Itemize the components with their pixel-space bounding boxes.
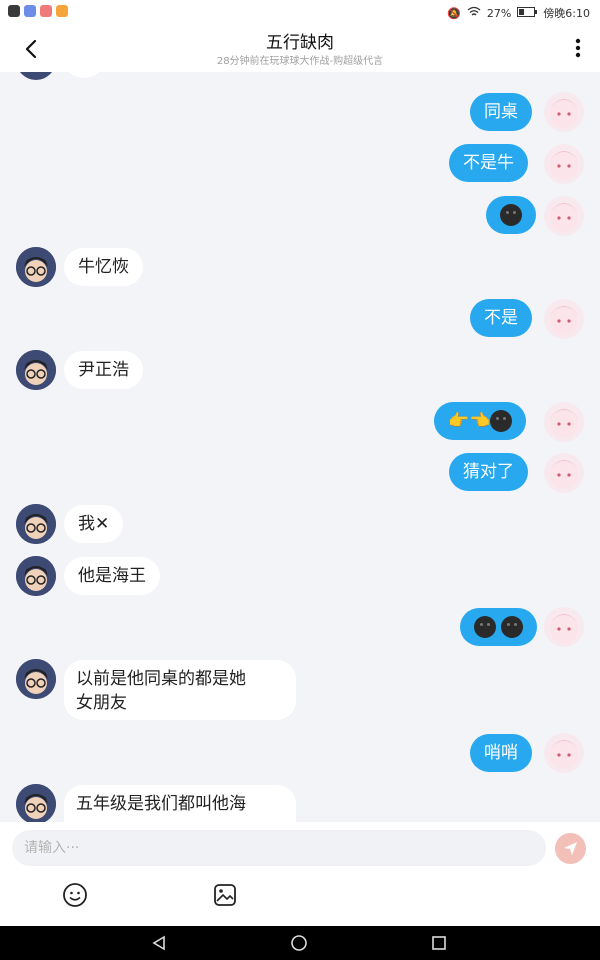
message-bubble[interactable] <box>486 196 536 234</box>
mute-icon: 🔕 <box>447 6 461 20</box>
avatar[interactable] <box>544 196 584 236</box>
message-text: 不是牛 <box>463 153 514 173</box>
message-bubble[interactable]: 尹正浩 <box>64 351 143 389</box>
message-text: 哨哨 <box>484 743 518 763</box>
chat-title: 五行缺肉 <box>266 33 334 53</box>
message-text: 尹正浩 <box>78 360 129 380</box>
message-text: 五年级是我们都叫他海 <box>76 794 246 814</box>
wechat-icon <box>8 5 20 17</box>
dark-face-emoji-icon <box>500 204 522 226</box>
message-text: 牛忆恢 <box>78 257 129 277</box>
message-bubble[interactable]: 他是海王 <box>64 557 160 595</box>
wifi-icon <box>467 6 481 20</box>
avatar[interactable] <box>544 402 584 442</box>
avatar[interactable] <box>16 659 56 699</box>
avatar[interactable] <box>544 453 584 493</box>
message-bubble[interactable]: 不是牛 <box>449 144 528 182</box>
clock: 傍晚6:10 <box>543 7 590 20</box>
message-text: 猜对了 <box>463 462 514 482</box>
system-status: 🔕 27% 傍晚6:10 <box>447 5 590 21</box>
input-bar <box>0 822 600 926</box>
message-list[interactable]: 同桌 不是牛 牛忆恢 不是 尹正浩 👉👈 猜对了 我✕ 他是海王 以前是他同桌的… <box>0 72 600 822</box>
message-bubble[interactable]: 我✕ <box>64 505 124 543</box>
message-text-line2: 女朋友 <box>76 693 127 713</box>
avatar[interactable] <box>16 504 56 544</box>
message-input[interactable] <box>12 830 546 866</box>
avatar[interactable] <box>16 350 56 390</box>
dark-face-emoji-icon <box>490 410 513 432</box>
dark-face-emoji-icon <box>501 616 524 638</box>
app-icon <box>56 5 68 17</box>
message-text: 我✕ <box>78 514 110 534</box>
message-bubble[interactable] <box>460 608 538 646</box>
more-vertical-icon[interactable] <box>568 36 588 62</box>
nav-recents-icon[interactable] <box>430 934 448 952</box>
nav-back-icon[interactable] <box>150 934 168 952</box>
battery-icon <box>517 6 538 20</box>
chat-header: 五行缺肉 28分钟前在玩球球大作战-购超级代言 <box>0 24 600 72</box>
battery-percent: 27% <box>486 6 512 20</box>
avatar[interactable] <box>16 72 56 80</box>
message-bubble[interactable]: 牛忆恢 <box>64 248 143 286</box>
avatar[interactable] <box>544 299 584 339</box>
avatar[interactable] <box>16 556 56 596</box>
message-bubble[interactable]: 五年级是我们都叫他海 <box>64 785 296 822</box>
notification-icons <box>8 5 68 17</box>
chat-subtitle: 28分钟前在玩球球大作战-购超级代言 <box>216 56 384 67</box>
status-bar: 🔕 27% 傍晚6:10 <box>0 0 600 24</box>
avatar[interactable] <box>16 784 56 822</box>
message-bubble[interactable]: 哨哨 <box>470 734 532 772</box>
avatar[interactable] <box>16 247 56 287</box>
avatar[interactable] <box>544 733 584 773</box>
app-icon <box>24 5 36 17</box>
system-nav-bar <box>0 926 600 960</box>
image-icon[interactable] <box>212 882 238 908</box>
message-text: 以前是他同桌的都是她 <box>76 669 246 689</box>
emoji-icon[interactable] <box>62 882 88 908</box>
avatar[interactable] <box>544 92 584 132</box>
message-bubble[interactable]: 猜对了 <box>449 453 528 491</box>
send-icon[interactable] <box>555 833 586 864</box>
app-icon <box>40 5 52 17</box>
message-bubble[interactable]: 不是 <box>470 299 532 337</box>
message-bubble[interactable] <box>64 72 104 78</box>
avatar[interactable] <box>544 607 584 647</box>
message-text: 同桌 <box>484 102 518 122</box>
message-text: 他是海王 <box>78 566 146 586</box>
message-text: 👉👈 <box>448 411 491 431</box>
message-text: 不是 <box>484 308 518 328</box>
avatar[interactable] <box>544 144 584 184</box>
message-bubble[interactable]: 同桌 <box>470 93 532 131</box>
message-bubble[interactable]: 👉👈 <box>434 402 527 440</box>
dark-face-emoji-icon <box>474 616 496 638</box>
nav-home-icon[interactable] <box>290 934 308 952</box>
message-bubble[interactable]: 以前是他同桌的都是她 女朋友 <box>64 660 296 720</box>
